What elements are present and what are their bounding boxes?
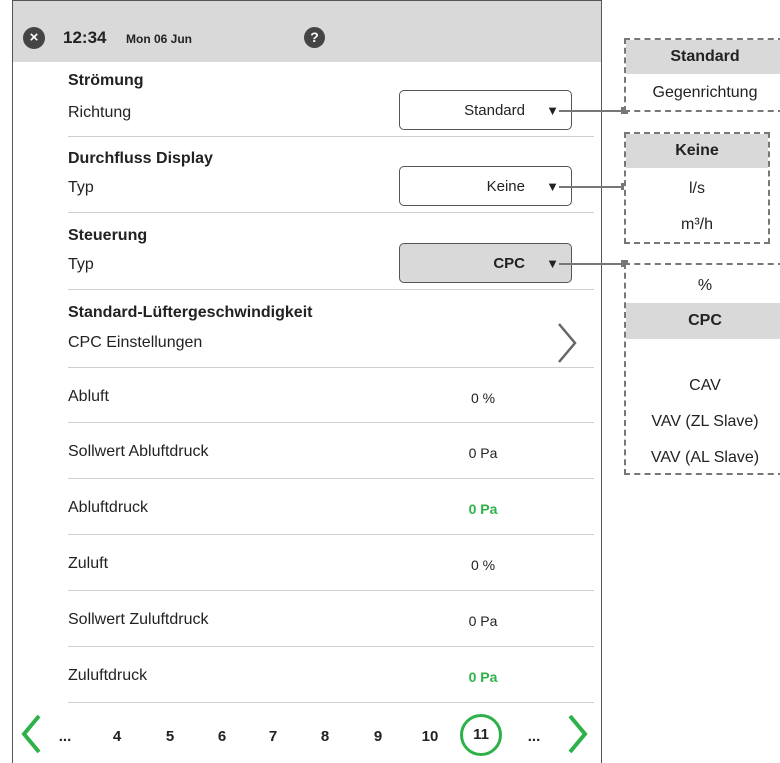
divider <box>68 212 594 213</box>
option-cav[interactable]: CAV <box>626 371 780 401</box>
option-percent[interactable]: % <box>626 271 780 301</box>
section-title-standard-fan: Standard-Lüftergeschwindigkeit <box>68 304 313 321</box>
page-8[interactable]: 8 <box>313 728 337 745</box>
help-icon[interactable]: ? <box>304 27 325 48</box>
pagination: ... 4 5 6 7 8 9 10 11 ... <box>13 700 601 763</box>
option-keine[interactable]: Keine <box>626 134 768 168</box>
chevron-right-icon[interactable] <box>553 320 581 371</box>
steuerung-dropdown-value: CPC <box>493 255 525 272</box>
richtung-options-popup: Standard Gegenrichtung <box>624 38 780 112</box>
option-vav-zl-slave[interactable]: VAV (ZL Slave) <box>626 407 780 437</box>
dropdown-arrow-icon: ▼ <box>546 179 559 194</box>
steuerung-dropdown[interactable]: CPC ▼ <box>399 243 572 283</box>
page-10[interactable]: 10 <box>418 728 442 745</box>
option-gegenrichtung[interactable]: Gegenrichtung <box>626 78 780 108</box>
durchfluss-dropdown[interactable]: Keine ▼ <box>399 166 572 206</box>
row-label-abluftdruck: Abluftdruck <box>68 499 149 516</box>
divider <box>68 422 594 423</box>
page-5[interactable]: 5 <box>158 728 182 745</box>
clock-date: Mon 06 Jun <box>126 32 193 46</box>
option-vav-al-slave[interactable]: VAV (AL Slave) <box>626 443 780 473</box>
steuerung-options-popup: % CPC CAV VAV (ZL Slave) VAV (AL Slave) <box>624 263 780 475</box>
divider <box>68 646 594 647</box>
divider <box>68 478 594 479</box>
page-9[interactable]: 9 <box>366 728 390 745</box>
row-value-zuluftdruck: 0 Pa <box>468 669 498 685</box>
row-value-sollwert-abluftdruck: 0 Pa <box>468 445 498 461</box>
divider <box>68 534 594 535</box>
page-6[interactable]: 6 <box>210 728 234 745</box>
cpc-settings-link[interactable]: CPC Einstellungen <box>68 334 202 352</box>
page-ellipsis-end[interactable]: ... <box>522 728 546 745</box>
durchfluss-dropdown-value: Keine <box>486 178 525 195</box>
section-title-stroemung: Strömung <box>68 72 144 89</box>
durchfluss-options-popup: Keine l/s m³/h <box>624 132 770 244</box>
page-4[interactable]: 4 <box>105 728 129 745</box>
option-standard[interactable]: Standard <box>626 40 780 74</box>
row-value-abluft: 0 % <box>470 390 496 406</box>
row-value-zuluft: 0 % <box>470 557 496 573</box>
label-typ-steuerung: Typ <box>68 256 94 273</box>
row-label-sollwert-zuluftdruck: Sollwert Zuluftdruck <box>68 611 209 628</box>
dropdown-arrow-icon: ▼ <box>546 256 559 271</box>
page-11-current[interactable]: 11 <box>460 714 502 756</box>
label-typ-durchfluss: Typ <box>68 179 94 196</box>
row-label-zuluft: Zuluft <box>68 555 109 572</box>
divider <box>68 289 594 290</box>
option-l-s[interactable]: l/s <box>626 174 768 204</box>
top-bar: × 12:34 Mon 06 Jun ? <box>13 0 601 62</box>
connector-line <box>559 263 625 265</box>
richtung-dropdown-value: Standard <box>464 102 525 119</box>
connector-line <box>559 110 625 112</box>
dropdown-arrow-icon: ▼ <box>546 103 559 118</box>
row-label-abluft: Abluft <box>68 388 109 405</box>
page-7[interactable]: 7 <box>261 728 285 745</box>
section-title-steuerung: Steuerung <box>68 227 148 244</box>
divider <box>68 136 594 137</box>
clock-time: 12:34 <box>63 28 107 47</box>
divider <box>68 590 594 591</box>
close-icon[interactable]: × <box>23 27 45 49</box>
device-screen: × 12:34 Mon 06 Jun ? Strömung Richtung S… <box>12 0 602 763</box>
row-label-zuluftdruck: Zuluftdruck <box>68 667 148 684</box>
label-richtung: Richtung <box>68 104 132 121</box>
row-value-sollwert-zuluftdruck: 0 Pa <box>468 613 498 629</box>
page-ellipsis-start[interactable]: ... <box>53 728 77 745</box>
divider <box>68 367 594 368</box>
chevron-left-icon[interactable] <box>19 712 45 761</box>
option-m3-h[interactable]: m³/h <box>626 210 768 240</box>
row-label-sollwert-abluftdruck: Sollwert Abluftdruck <box>68 443 209 460</box>
connector-line <box>559 186 625 188</box>
section-title-durchfluss: Durchfluss Display <box>68 150 213 167</box>
chevron-right-icon[interactable] <box>564 712 590 761</box>
row-value-abluftdruck: 0 Pa <box>468 501 498 517</box>
richtung-dropdown[interactable]: Standard ▼ <box>399 90 572 130</box>
option-cpc[interactable]: CPC <box>626 303 780 339</box>
